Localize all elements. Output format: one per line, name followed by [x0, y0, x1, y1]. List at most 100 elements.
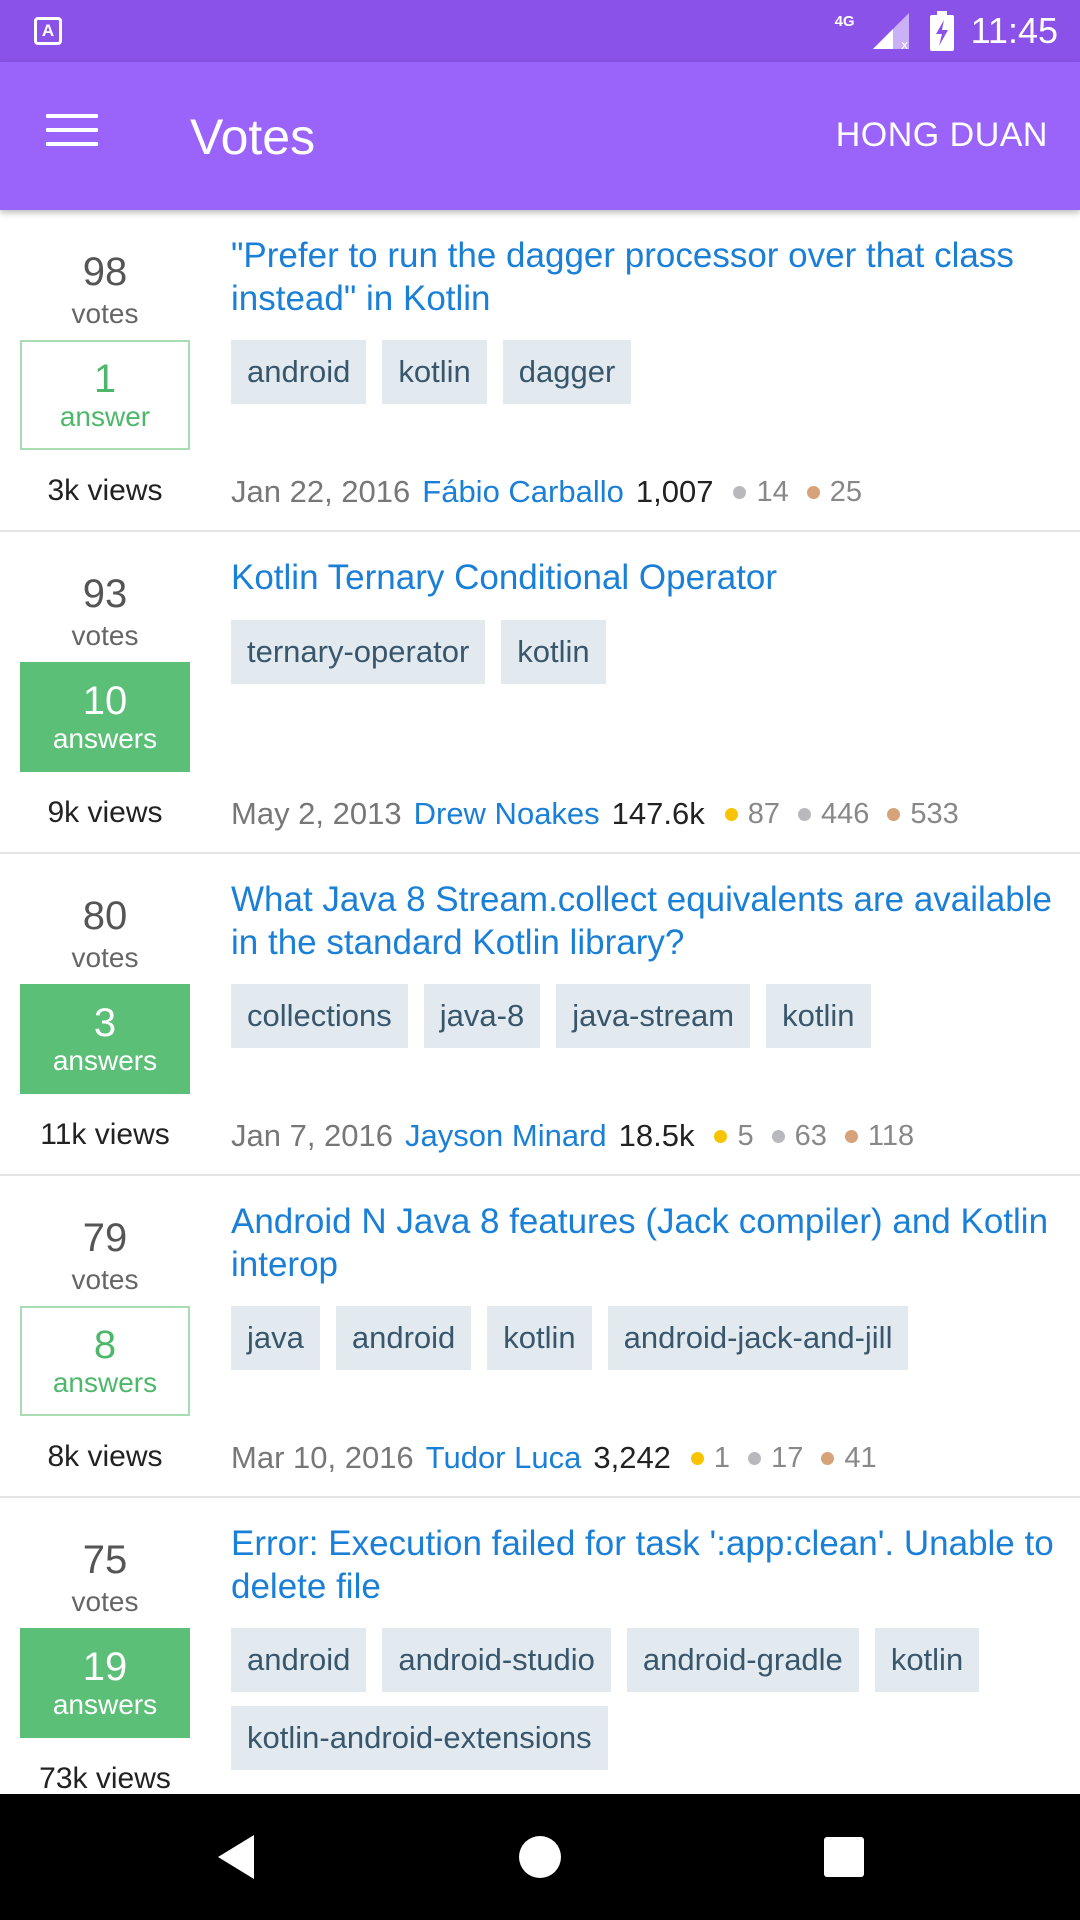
tag-chip[interactable]: collections: [231, 984, 408, 1048]
answer-count-box: 10 answers: [20, 662, 190, 772]
vote-count: 80: [82, 894, 128, 938]
view-count: 9k views: [47, 796, 163, 829]
tag-chip[interactable]: kotlin: [501, 620, 606, 684]
question-row[interactable]: 75 votes 19 answers 73k views Error: Executio…: [0, 1498, 1080, 1794]
gold-badge-dot-icon: [690, 1451, 704, 1465]
silver-badge-dot-icon: [798, 807, 812, 821]
question-title-link[interactable]: Error: Execution failed for task ':app:c…: [231, 1522, 1061, 1608]
question-title-link[interactable]: What Java 8 Stream.collect equivalents a…: [231, 878, 1061, 964]
tag-chip[interactable]: dagger: [502, 340, 632, 404]
badge-count: 63: [794, 1119, 827, 1152]
tag-chip[interactable]: android-gradle: [626, 1628, 859, 1692]
system-navigation-bar: [0, 1794, 1080, 1920]
gold-badge-dot-icon: [714, 1129, 728, 1143]
asked-date: May 2, 2013: [231, 796, 402, 831]
tag-chip[interactable]: android-studio: [382, 1628, 611, 1692]
answer-count-box: 19 answers: [20, 1628, 190, 1738]
question-meta: Mar 10, 2016 Tudor Luca 3,242 1 17 41: [231, 1438, 895, 1478]
question-row[interactable]: 80 votes 3 answers 11k views What Java 8 Stre…: [0, 854, 1080, 1176]
tag-chip[interactable]: android: [335, 1306, 472, 1370]
vote-label: votes: [71, 298, 139, 329]
silver-badge-dot-icon: [733, 485, 747, 499]
bronze-badge: 41: [821, 1441, 877, 1475]
answer-label: answers: [52, 1045, 158, 1076]
status-indicators: 4G x 11:45: [835, 0, 1058, 62]
badge-count: 87: [747, 797, 781, 830]
bronze-badge: 25: [806, 475, 862, 509]
author-link[interactable]: Drew Noakes: [414, 796, 600, 832]
network-type-label: 4G: [834, 12, 855, 30]
tag-chip[interactable]: java-stream: [556, 984, 751, 1048]
tag-chip[interactable]: kotlin-android-extensions: [231, 1706, 608, 1770]
answer-label: answers: [52, 1689, 158, 1720]
tag-chip[interactable]: java: [231, 1306, 320, 1370]
tag-chip[interactable]: android: [231, 340, 367, 404]
question-list[interactable]: 98 votes 1 answer 3k views "Prefer to run the…: [0, 210, 1080, 1794]
status-bar: A 4G x 11:45: [0, 0, 1080, 62]
gold-badge: 1: [690, 1442, 730, 1475]
question-meta: Jan 22, 2016 Fábio Carballo 1,007 14 25: [231, 472, 880, 512]
bronze-badge-dot-icon: [821, 1451, 835, 1465]
vote-count: 79: [82, 1216, 128, 1260]
author-link[interactable]: Tudor Luca: [426, 1440, 582, 1476]
answer-count: 3: [93, 1001, 117, 1045]
question-row[interactable]: 98 votes 1 answer 3k views "Prefer to run the…: [0, 210, 1080, 532]
answer-label: answers: [52, 723, 158, 754]
question-row[interactable]: 79 votes 8 answers 8k views Android N Java 8 …: [0, 1176, 1080, 1498]
recents-square-icon[interactable]: [814, 1827, 874, 1887]
badge-count: 118: [867, 1119, 915, 1152]
page-title: Votes: [190, 109, 316, 165]
back-triangle-icon[interactable]: [206, 1827, 266, 1887]
tag-chip[interactable]: java-8: [423, 984, 541, 1048]
question-title-link[interactable]: Android N Java 8 features (Jack compiler…: [231, 1200, 1061, 1286]
question-title-link[interactable]: Kotlin Ternary Conditional Operator: [231, 556, 1061, 599]
answer-count-box: 3 answers: [20, 984, 190, 1094]
silver-badge: 14: [733, 476, 789, 509]
silver-badge-dot-icon: [748, 1451, 762, 1465]
author-reputation: 1,007: [635, 474, 714, 509]
question-row[interactable]: 93 votes 10 answers 9k views Kotlin Ternary C…: [0, 532, 1080, 854]
author-reputation: 18.5k: [618, 1118, 695, 1153]
asked-date: Jan 7, 2016: [231, 1118, 394, 1153]
tag-chip[interactable]: kotlin: [766, 984, 871, 1048]
tag-chip[interactable]: kotlin: [382, 340, 487, 404]
tag-list: java android kotlin android-jack-and-jill: [231, 1306, 1061, 1370]
home-circle-icon[interactable]: [510, 1827, 570, 1887]
answer-count: 8: [93, 1323, 117, 1367]
app-notification-icon: A: [34, 17, 62, 45]
silver-badge: 17: [748, 1442, 803, 1475]
view-count: 11k views: [40, 1118, 170, 1151]
author-link[interactable]: Jayson Minard: [405, 1118, 607, 1154]
user-account-button[interactable]: HONG DUAN: [836, 116, 1048, 155]
question-meta: May 2, 2013 Drew Noakes 147.6k 87 446 533: [231, 794, 977, 834]
vote-label: votes: [71, 1264, 139, 1295]
tag-chip[interactable]: android-jack-and-jill: [607, 1306, 909, 1370]
tag-chip[interactable]: android: [231, 1628, 367, 1692]
gold-badge: 5: [714, 1119, 754, 1153]
answer-count-box: 8 answers: [20, 1306, 190, 1416]
tag-chip[interactable]: kotlin: [874, 1628, 980, 1692]
badge-count: 533: [910, 797, 959, 830]
badge-count: 25: [829, 475, 862, 508]
tag-chip[interactable]: kotlin: [487, 1306, 592, 1370]
answer-count: 19: [82, 1645, 128, 1689]
badge-count: 41: [844, 1441, 877, 1474]
bronze-badge-dot-icon: [844, 1129, 858, 1143]
answer-label: answers: [52, 1367, 158, 1398]
tag-chip[interactable]: ternary-operator: [231, 620, 486, 684]
vote-count: 93: [82, 572, 128, 616]
battery-charging-icon: [929, 11, 954, 51]
view-count: 3k views: [47, 474, 163, 507]
author-reputation: 147.6k: [611, 796, 705, 831]
answer-count: 10: [82, 679, 128, 723]
vote-count: 75: [82, 1538, 128, 1582]
question-title-link[interactable]: "Prefer to run the dagger processor over…: [231, 234, 1061, 320]
gold-badge-dot-icon: [724, 807, 738, 821]
gold-badge: 87: [724, 797, 781, 831]
hamburger-menu-icon[interactable]: [46, 114, 98, 154]
author-link[interactable]: Fábio Carballo: [422, 474, 624, 510]
badge-count: 5: [737, 1119, 754, 1152]
silver-badge: 63: [771, 1119, 827, 1153]
clock: 11:45: [970, 10, 1058, 51]
vote-count: 98: [82, 250, 128, 294]
